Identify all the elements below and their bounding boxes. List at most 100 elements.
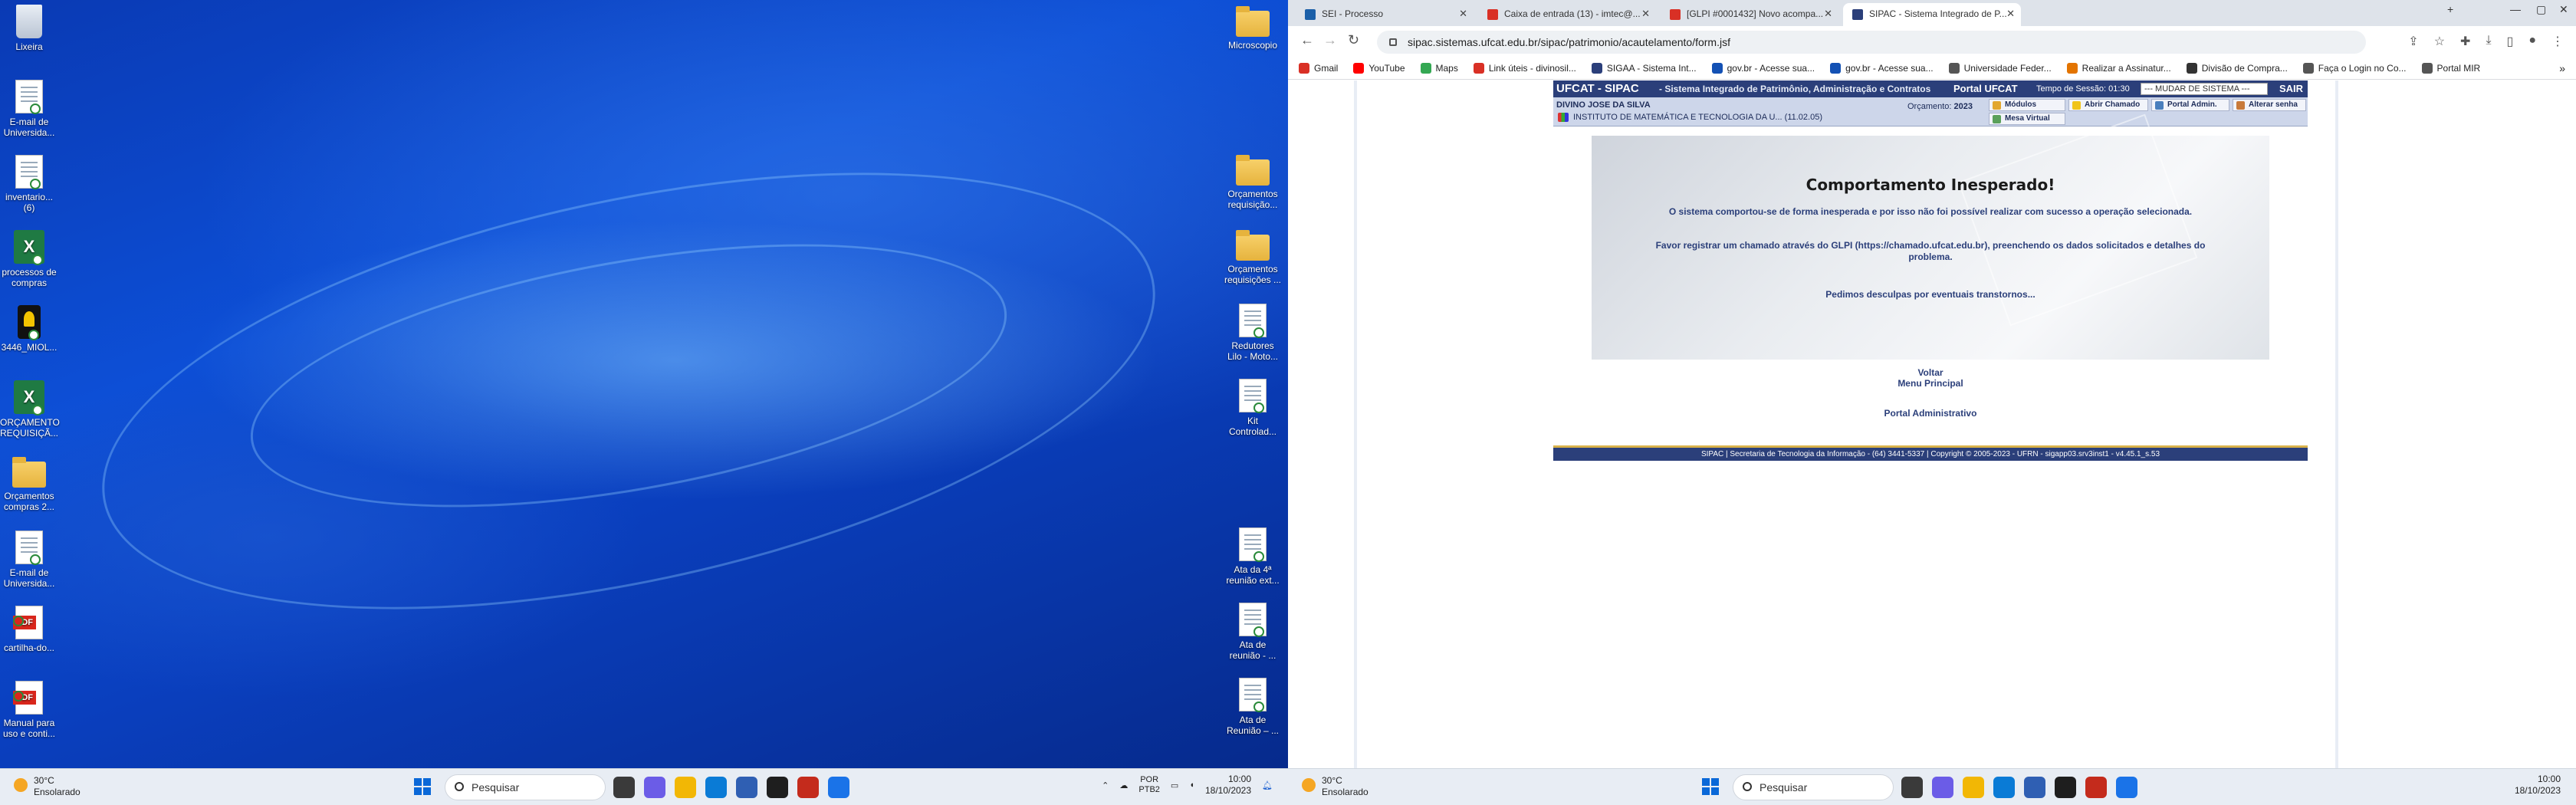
browser-tab[interactable]: [GLPI #0001432] Novo acompa... ✕ xyxy=(1661,3,1838,26)
puzzle-icon[interactable]: ✚ xyxy=(2460,34,2470,49)
desktop-icon[interactable]: PDF cartilha-do... xyxy=(0,606,58,653)
windows-start-icon[interactable] xyxy=(414,778,431,795)
taskbar-app-icon[interactable] xyxy=(828,777,849,798)
volume-icon[interactable]: ◖ xyxy=(1189,780,1194,790)
desktop-icon[interactable]: E-mail de Universida... xyxy=(0,80,58,138)
desk-icon xyxy=(1993,115,2001,123)
abrir-chamado-button[interactable]: Abrir Chamado xyxy=(2068,99,2148,111)
menu-icon[interactable]: ⋮ xyxy=(2551,34,2564,49)
desktop-icon[interactable]: Orçamentos requisição... xyxy=(1224,153,1282,210)
network-icon[interactable]: ▭ xyxy=(1171,780,1178,790)
taskbar-app-icon[interactable] xyxy=(613,777,635,798)
cloud-icon[interactable]: ☁ xyxy=(1119,780,1128,790)
desktop-icon[interactable]: E-mail de Universida... xyxy=(0,531,58,589)
back-icon[interactable]: ← xyxy=(1300,32,1314,48)
bookmark-item[interactable]: Faça o Login no Co... xyxy=(2302,57,2407,79)
clock[interactable]: 10:00 18/10/2023 xyxy=(2515,774,2561,797)
alterar-senha-button[interactable]: Alterar senha xyxy=(2233,99,2306,111)
tab-close-icon[interactable]: ✕ xyxy=(1459,3,1467,25)
taskbar-app-icon[interactable] xyxy=(705,777,727,798)
clock[interactable]: 10:00 18/10/2023 xyxy=(1205,774,1251,797)
desktop-icon[interactable]: Lixeira xyxy=(0,5,58,52)
bookmark-favicon-icon xyxy=(1420,63,1431,74)
tab-close-icon[interactable]: ✕ xyxy=(1824,3,1832,25)
download-icon[interactable]: ⤓ xyxy=(2486,34,2491,49)
desktop-icon[interactable]: Ata da 4ª reunião ext... xyxy=(1224,527,1282,586)
desktop-icon[interactable]: PDF Manual para uso e conti... xyxy=(0,681,58,739)
reload-icon[interactable]: ↻ xyxy=(1348,32,1359,48)
taskbar-app-icon[interactable] xyxy=(797,777,819,798)
desktop-icon[interactable]: X ORÇAMENTO REQUISIÇÃ... xyxy=(0,380,60,439)
bookmark-favicon-icon xyxy=(1299,63,1309,74)
desktop-icon[interactable]: Microscopio xyxy=(1224,5,1282,51)
desktop-icon[interactable]: Orçamentos requisições ... xyxy=(1224,228,1282,285)
maximize-icon[interactable]: ▢ xyxy=(2536,3,2546,16)
minimize-icon[interactable]: — xyxy=(2510,3,2521,15)
taskbar-app-icon[interactable] xyxy=(1901,777,1923,798)
taskbar-app-icon[interactable] xyxy=(644,777,665,798)
tab-close-icon[interactable]: ✕ xyxy=(1641,3,1650,25)
bookmark-item[interactable]: Maps xyxy=(1420,57,1458,79)
desktop-icon[interactable]: Ata de Reunião – ... xyxy=(1224,678,1282,736)
bookmark-item[interactable]: gov.br - Acesse sua... xyxy=(1830,57,1934,79)
bookmark-item[interactable]: gov.br - Acesse sua... xyxy=(1711,57,1815,79)
portal-admin-button[interactable]: Portal Admin. xyxy=(2151,99,2229,111)
bookmark-item[interactable]: YouTube xyxy=(1353,57,1405,79)
address-bar[interactable]: sipac.sistemas.ufcat.edu.br/sipac/patrim… xyxy=(1377,31,2366,54)
star-icon[interactable]: ☆ xyxy=(2434,34,2445,49)
menu-principal-link[interactable]: Menu Principal xyxy=(1553,378,2308,389)
bookmark-item[interactable]: Gmail xyxy=(1299,57,1338,79)
chevron-up-icon[interactable]: ⌃ xyxy=(1102,780,1109,790)
change-system-select[interactable]: --- MUDAR DE SISTEMA --- xyxy=(2141,83,2268,95)
tab-close-icon[interactable]: ✕ xyxy=(2006,3,2015,25)
desktop-icon[interactable]: 3446_MIOL... xyxy=(0,305,58,353)
bookmarks-overflow-icon[interactable]: » xyxy=(2559,57,2565,80)
bookmark-item[interactable]: Link úteis - divinosil... xyxy=(1473,57,1576,79)
desktop-icon[interactable]: Redutores Lilo - Moto... xyxy=(1224,304,1282,362)
desktop-icon[interactable]: Orçamentos compras 2... xyxy=(0,455,58,512)
desktop-icon[interactable]: Xprocessos de compras xyxy=(0,230,58,288)
logout-link[interactable]: SAIR xyxy=(2279,80,2303,97)
bookmark-item[interactable]: Portal MIR xyxy=(2421,57,2480,79)
language-indicator[interactable]: POR PTB2 xyxy=(1138,775,1160,795)
profile-icon[interactable]: ● xyxy=(2528,34,2536,49)
modulos-button[interactable]: Módulos xyxy=(1989,99,2065,111)
portal-ufcat-link[interactable]: Portal UFCAT xyxy=(1953,80,2018,97)
taskbar-app-icon[interactable] xyxy=(767,777,788,798)
bookmark-item[interactable]: Realizar a Assinatur... xyxy=(2066,57,2171,79)
taskbar-app-icon[interactable] xyxy=(675,777,696,798)
windows-start-icon[interactable] xyxy=(1702,778,1719,795)
taskbar-app-icon[interactable] xyxy=(1963,777,1984,798)
taskbar-search[interactable]: Pesquisar xyxy=(1733,774,1894,800)
forward-icon[interactable]: → xyxy=(1323,32,1337,48)
desktop-icon[interactable]: inventario... (6) xyxy=(0,155,58,213)
browser-tab[interactable]: SIPAC - Sistema Integrado de P... ✕ xyxy=(1843,3,2021,26)
browser-tab[interactable]: SEI - Processo ✕ xyxy=(1296,3,1474,26)
weather-widget[interactable]: 30°C Ensolarado xyxy=(14,775,80,798)
error-instructions: Favor registrar um chamado através do GL… xyxy=(1655,240,2206,262)
share-icon[interactable]: ⇪ xyxy=(2408,34,2418,49)
taskbar-app-icon[interactable] xyxy=(1932,777,1953,798)
taskbar-app-icon[interactable] xyxy=(2085,777,2107,798)
taskbar-app-icon[interactable] xyxy=(2055,777,2076,798)
mesa-virtual-button[interactable]: Mesa Virtual xyxy=(1989,113,2065,125)
desktop-icon[interactable]: Kit Controlad... xyxy=(1224,379,1282,437)
voltar-link[interactable]: Voltar xyxy=(1553,367,2308,378)
weather-widget[interactable]: 30°C Ensolarado xyxy=(1302,775,1368,798)
browser-tab[interactable]: Caixa de entrada (13) - imtec@... ✕ xyxy=(1478,3,1656,26)
notification-bell-icon[interactable]: 🔔︎ xyxy=(1262,780,1273,790)
desktop-icon-label: 3446_MIOL... xyxy=(1,342,58,353)
close-icon[interactable]: ✕ xyxy=(2559,3,2568,16)
sidepanel-icon[interactable]: ▯ xyxy=(2507,34,2514,49)
tab-add-icon[interactable]: + xyxy=(2447,3,2453,15)
taskbar-search[interactable]: Pesquisar xyxy=(445,774,606,800)
taskbar-app-icon[interactable] xyxy=(1993,777,2015,798)
taskbar-app-icon[interactable] xyxy=(736,777,757,798)
bookmark-item[interactable]: Divisão de Compra... xyxy=(2186,57,2288,79)
desktop-icon[interactable]: Ata de reunião - ... xyxy=(1224,603,1282,661)
bookmark-item[interactable]: SIGAA - Sistema Int... xyxy=(1591,57,1697,79)
portal-administrativo-link[interactable]: Portal Administrativo xyxy=(1553,408,2308,419)
taskbar-app-icon[interactable] xyxy=(2116,777,2137,798)
bookmark-item[interactable]: Universidade Feder... xyxy=(1948,57,2052,79)
taskbar-app-icon[interactable] xyxy=(2024,777,2045,798)
